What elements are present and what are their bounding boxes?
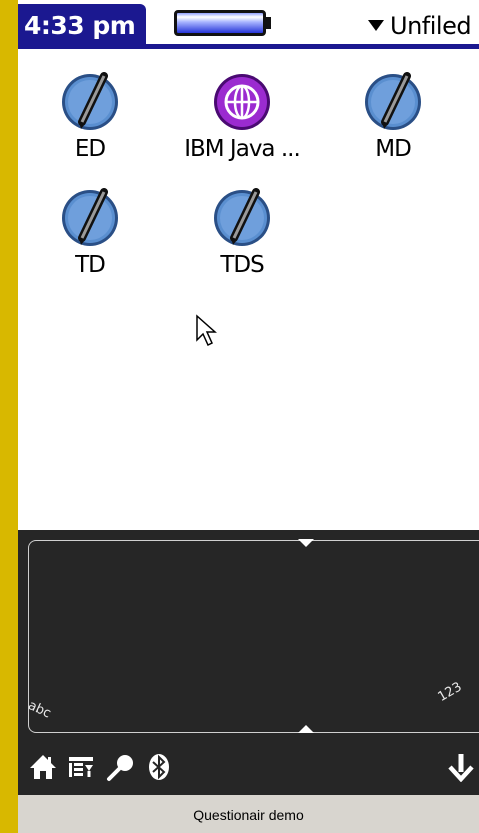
- footer-label: Questionair demo: [18, 795, 479, 833]
- pen-icon: [62, 72, 118, 130]
- globe-icon: [214, 74, 270, 130]
- menu-icon[interactable]: [66, 752, 96, 782]
- app-label: ED: [74, 136, 106, 162]
- graffiti-writing-box[interactable]: [28, 540, 479, 733]
- pen-icon: [365, 72, 421, 130]
- pen-icon: [214, 188, 270, 246]
- app-label: TD: [75, 252, 106, 278]
- app-tds[interactable]: TDS: [167, 188, 317, 278]
- bluetooth-icon[interactable]: [144, 752, 174, 782]
- title-bar: 4:33 pm Unfiled: [18, 0, 479, 50]
- app-label: IBM Java ...: [184, 136, 301, 162]
- find-icon[interactable]: [106, 752, 136, 782]
- mouse-cursor-icon: [196, 314, 217, 347]
- pen-icon: [62, 188, 118, 246]
- category-dropdown[interactable]: Unfiled: [368, 12, 472, 40]
- down-arrow-icon[interactable]: [446, 752, 476, 782]
- dropdown-triangle-icon: [368, 20, 384, 31]
- app-label: TDS: [220, 252, 264, 278]
- battery-tip: [266, 17, 271, 29]
- clock[interactable]: 4:33 pm: [18, 4, 146, 46]
- app-label: MD: [375, 136, 412, 162]
- app-ed[interactable]: ED: [18, 72, 165, 162]
- graffiti-area[interactable]: abc 123: [18, 530, 479, 740]
- graffiti-divider-bottom-marker: [298, 725, 314, 733]
- graffiti-divider-top-marker: [298, 539, 314, 547]
- title-underline: [18, 44, 479, 49]
- category-label: Unfiled: [390, 12, 472, 40]
- app-ibm-java[interactable]: IBM Java ...: [167, 72, 317, 162]
- app-td[interactable]: TD: [18, 188, 165, 278]
- battery-icon[interactable]: [174, 10, 266, 36]
- app-md[interactable]: MD: [318, 72, 468, 162]
- palm-screen: 4:33 pm Unfiled ED IBM Java ... MD TD TD…: [18, 0, 479, 833]
- silkscreen-toolbar: [18, 740, 479, 795]
- home-icon[interactable]: [28, 752, 58, 782]
